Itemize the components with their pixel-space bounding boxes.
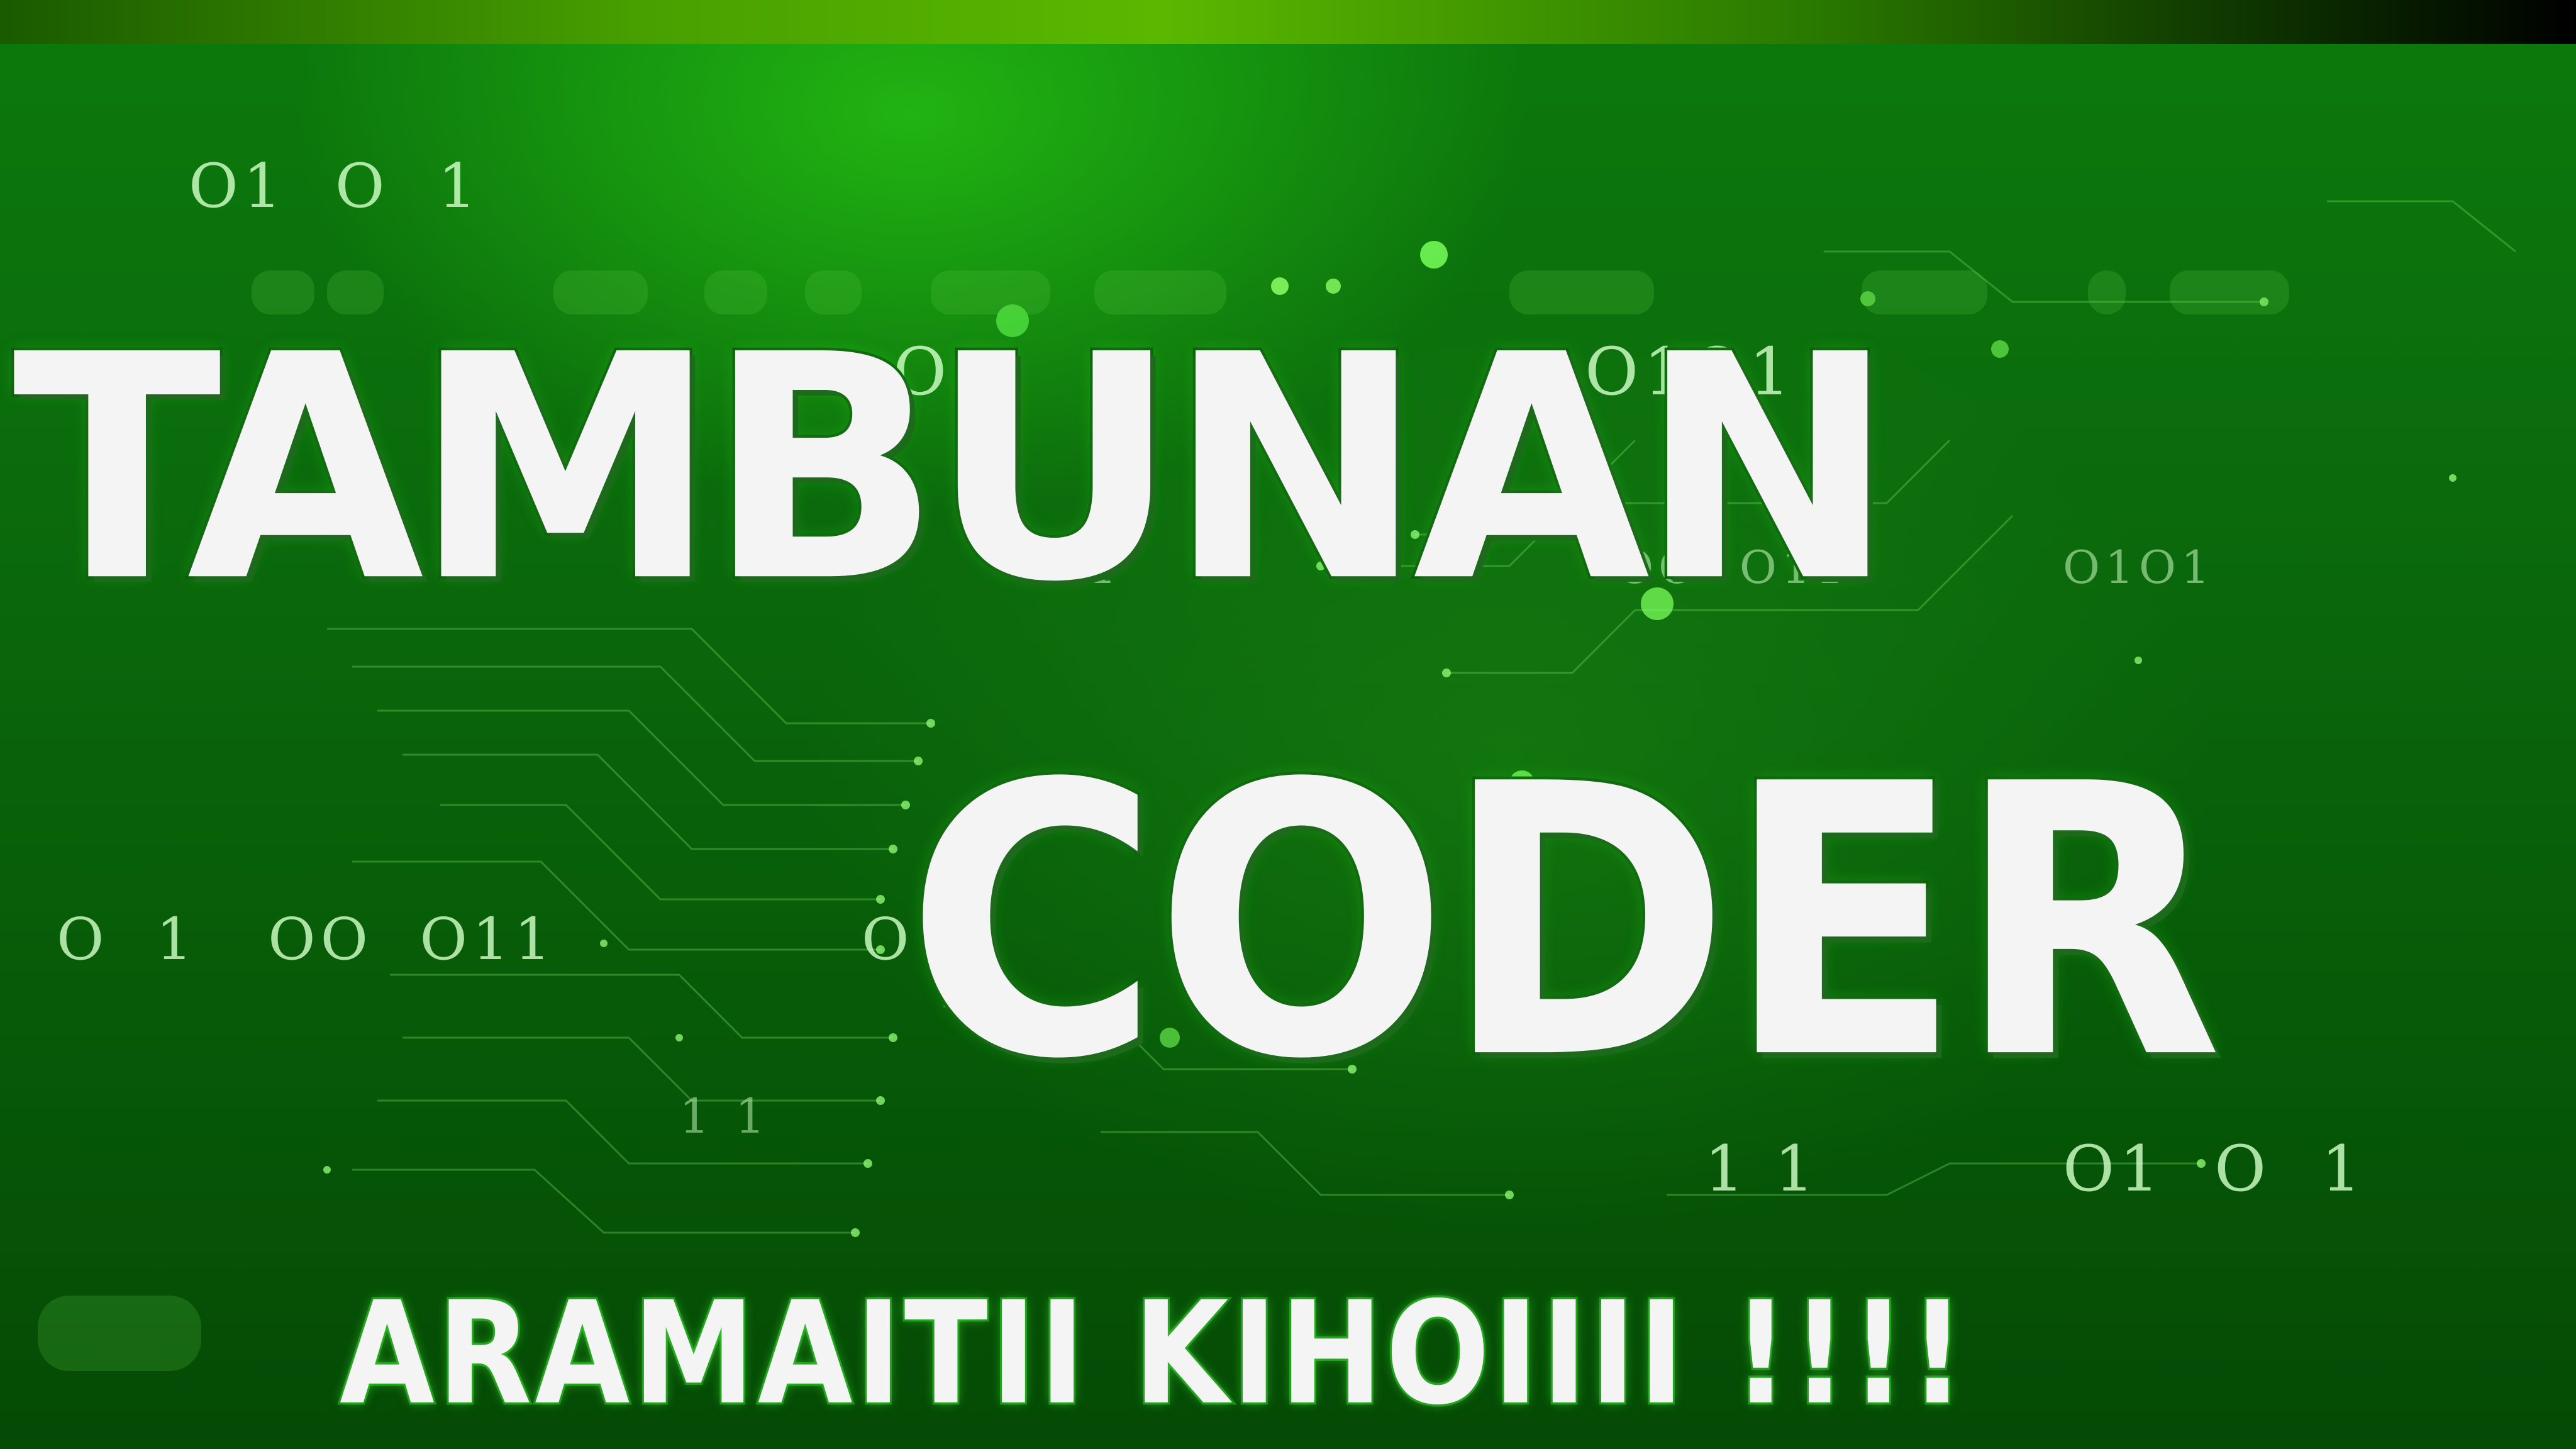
binary-text: O 1 OO O11 — [57, 906, 557, 973]
binary-text: O1 O 1 — [2063, 1132, 2367, 1206]
title-line-1: TAMBUNAN — [10, 289, 1899, 650]
binary-text: O1 O 1 — [189, 151, 482, 221]
banner-canvas: O1 O 1 O O1O1 1 OO O11 O1O1 O 1 OO O11 O… — [0, 0, 2576, 1449]
binary-text: 1 1 — [1704, 1132, 1820, 1206]
title-line-2: CODER — [903, 704, 2226, 1141]
binary-text: O1O1 — [2063, 541, 2215, 594]
binary-text: 1 1 — [679, 1088, 770, 1144]
tagline: ARAMAITII KIHOIIII !!!! — [338, 1271, 1968, 1436]
